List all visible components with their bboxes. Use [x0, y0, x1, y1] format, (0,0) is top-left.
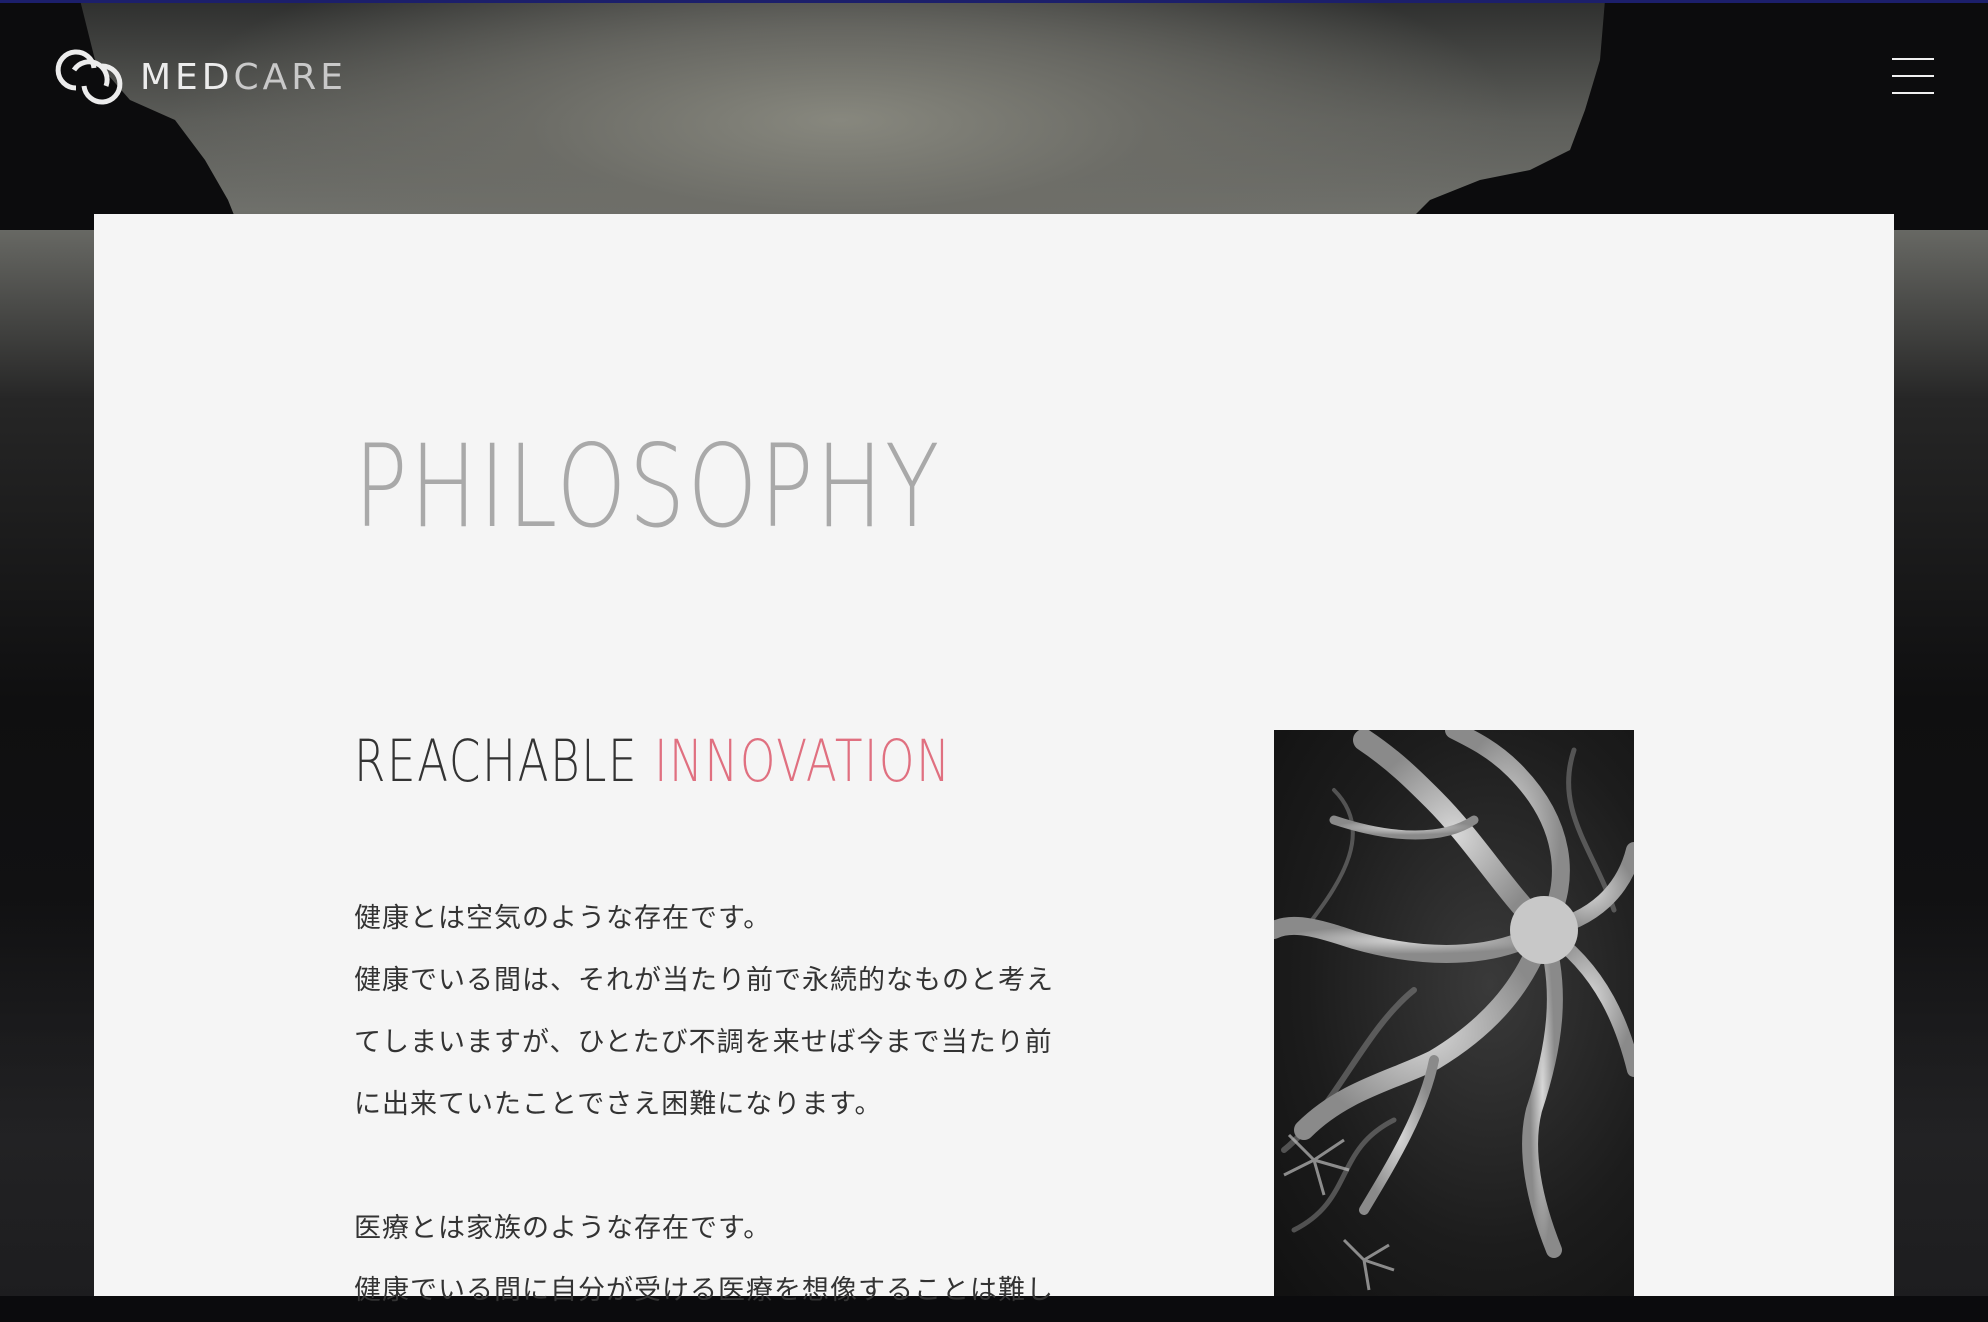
logo-link[interactable]: MEDCARE: [54, 40, 347, 114]
hamburger-menu-icon[interactable]: [1892, 58, 1934, 94]
paragraph-line: 健康とは空気のような存在です。: [354, 903, 772, 934]
logo-icon: [55, 49, 123, 105]
top-accent-line: [0, 0, 1988, 3]
subtitle-reachable: REACHABLE: [354, 727, 639, 795]
neuron-illustration: [1274, 730, 1634, 1291]
logo-text-dim: CARE: [233, 56, 348, 98]
paragraph-line: 健康でいる間は、それが当たり前で永続的なものと考え: [354, 965, 1054, 996]
paragraph-line: 健康でいる間に自分が受ける医療を想像することは難し: [354, 1275, 1054, 1306]
logo-text: MEDCARE: [140, 57, 347, 98]
logo-text-bright: MED: [140, 56, 234, 98]
neuron-image: [1274, 730, 1634, 1296]
paragraph-line: てしまいますが、ひとたび不調を来せば今まで当たり前: [354, 1027, 1053, 1058]
section-subtitle: REACHABLE INNOVATION: [354, 732, 951, 790]
neuron-soma: [1510, 896, 1578, 964]
page-title: PHILOSOPHY: [354, 420, 942, 553]
paragraph-line: 医療とは家族のような存在です。: [354, 1213, 772, 1244]
subtitle-innovation: INNOVATION: [654, 727, 952, 795]
paragraph-line: に出来ていたことでさえ困難になります。: [354, 1089, 883, 1120]
philosophy-body: 健康とは空気のような存在です。 健康でいる間は、それが当たり前で永続的なものと考…: [354, 888, 1114, 1322]
